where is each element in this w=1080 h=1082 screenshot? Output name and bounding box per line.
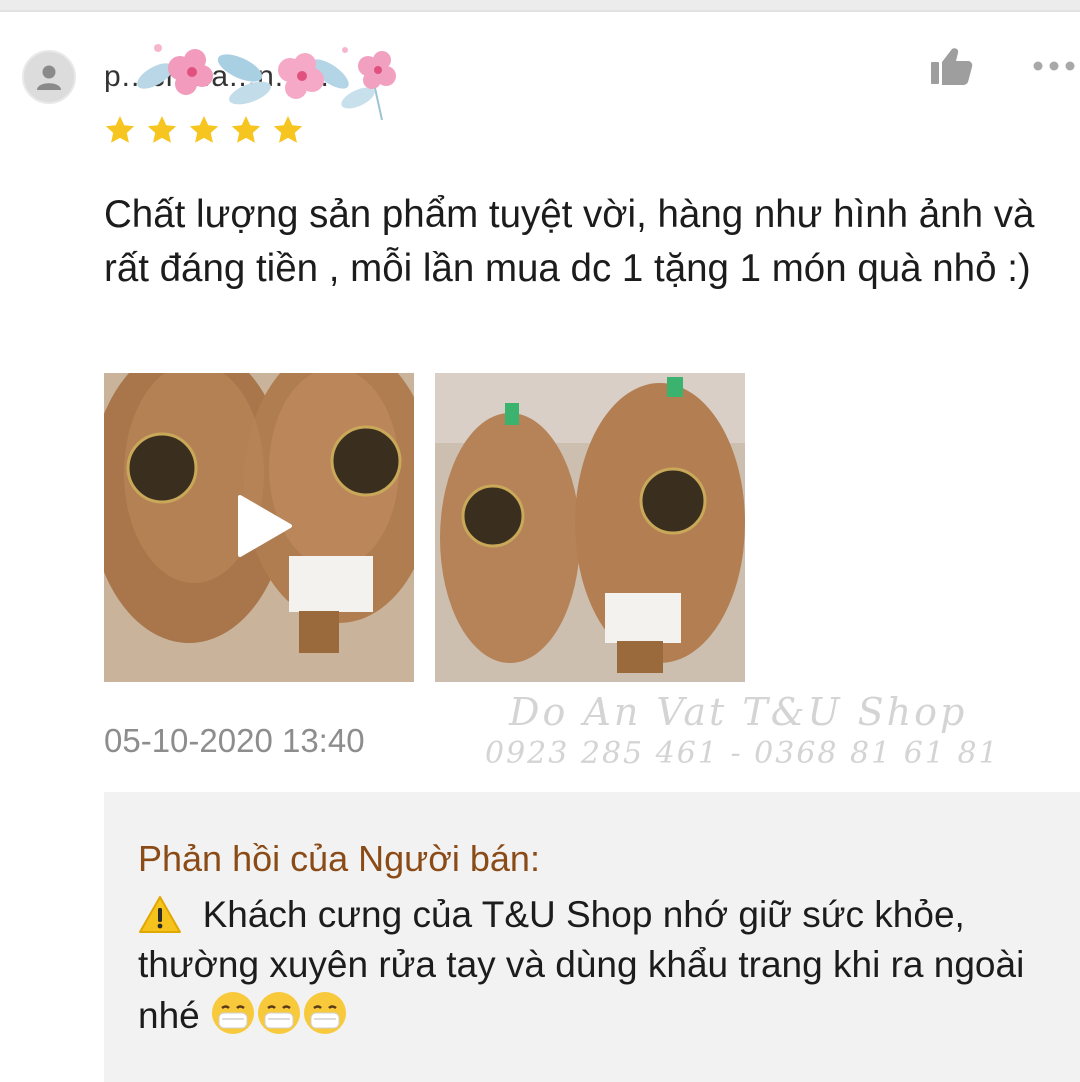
user-avatar[interactable]: [22, 50, 76, 104]
shop-watermark: Do An Vat T&U Shop 0923 285 461 - 0368 8…: [485, 690, 1005, 771]
star-icon: [231, 116, 261, 143]
watermark-phone: 0923 285 461 - 0368 81 61 81: [485, 736, 1000, 771]
review-timestamp: 05-10-2020 13:40: [104, 722, 365, 759]
seller-reply: Phản hồi của Người bán: Khách cưng của T…: [104, 792, 1080, 1082]
more-options-icon: [1033, 61, 1075, 71]
star-icon: [147, 116, 177, 143]
user-avatar-icon: [37, 65, 61, 90]
top-divider: [0, 0, 1080, 12]
more-options-button[interactable]: [1030, 56, 1078, 76]
star-icon: [273, 116, 303, 143]
star-icon: [189, 116, 219, 143]
star-icon: [105, 116, 135, 143]
seller-reply-body: Khách cưng của T&U Shop nhớ giữ sức khỏe…: [138, 890, 1058, 1041]
mask-face-icon: [212, 992, 255, 1034]
like-button[interactable]: [928, 46, 974, 88]
watermark-shop-name: Do An Vat T&U Shop: [509, 690, 968, 734]
warning-icon: [139, 896, 181, 933]
review-image-thumbnail[interactable]: [435, 373, 745, 682]
play-icon: [238, 495, 292, 557]
review-video-thumbnail[interactable]: [104, 373, 414, 682]
mask-face-icon: [304, 992, 347, 1034]
thumbs-up-icon: [931, 48, 973, 85]
product-photo: [435, 373, 745, 682]
mask-face-icon: [258, 992, 301, 1034]
seller-reply-title: Phản hồi của Người bán:: [138, 838, 540, 879]
review-comment: Chất lượng sản phẩm tuyệt vời, hàng như …: [104, 193, 1035, 290]
star-rating: [104, 114, 304, 146]
